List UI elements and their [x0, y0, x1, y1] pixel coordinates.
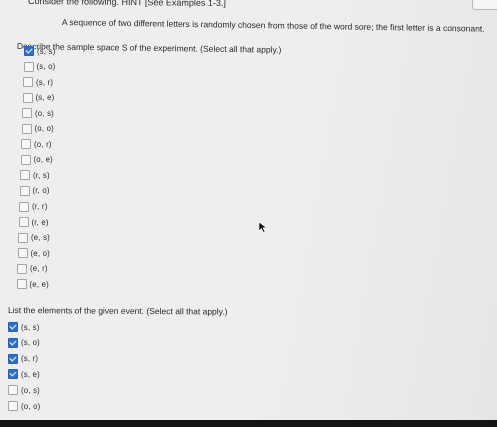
sample-space-option-label: (e, r) [30, 264, 48, 274]
event-option[interactable]: (o, o) [8, 400, 40, 412]
sample-space-checkbox[interactable] [20, 154, 31, 165]
sample-space-option[interactable]: (e, o) [17, 247, 50, 259]
sample-space-checkbox[interactable] [24, 46, 34, 56]
event-option-label: (s, e) [21, 369, 40, 379]
event-option[interactable]: (s, o) [8, 337, 40, 349]
sample-space-checkbox[interactable] [17, 263, 27, 274]
page: Consider the following. HINT [See Exampl… [0, 0, 497, 427]
event-option[interactable]: (o, s) [8, 384, 40, 396]
event-option-label: (s, o) [21, 338, 40, 348]
event-checkbox[interactable] [8, 353, 18, 364]
sample-space-option-label: (o, o) [34, 124, 54, 134]
sample-space-option-label: (s, r) [36, 77, 54, 87]
sample-space-option-label: (r, e) [31, 217, 49, 227]
sample-space-option[interactable]: (e, e) [16, 278, 49, 290]
question-prompt: A sequence of two different letters is r… [61, 17, 485, 34]
mouse-cursor-icon [258, 221, 268, 233]
sample-space-option[interactable]: (o, o) [21, 123, 54, 135]
event-option[interactable]: (s, e) [8, 368, 40, 380]
sample-space-checkbox[interactable] [22, 92, 33, 103]
sample-space-option-label: (r, r) [32, 202, 48, 211]
event-instruction: List the elements of the given event. (S… [7, 305, 228, 317]
sample-space-checkbox[interactable] [23, 61, 34, 72]
event-checkbox[interactable] [8, 322, 18, 332]
sample-space-checkbox[interactable] [17, 248, 28, 259]
sample-space-checkbox[interactable] [19, 185, 30, 196]
event-checkbox[interactable] [8, 385, 18, 396]
sample-space-checkbox[interactable] [18, 217, 29, 228]
sample-space-instruction: Describe the sample space S of the exper… [16, 41, 282, 55]
event-option[interactable]: (s, r) [8, 353, 38, 365]
sample-space-option-label: (s, e) [35, 93, 55, 103]
sample-space-option-label: (r, s) [33, 170, 50, 180]
sample-space-option-label: (s, s) [37, 46, 56, 56]
sample-space-checkbox[interactable] [23, 77, 33, 88]
sample-space-checkbox[interactable] [18, 232, 28, 243]
sample-space-checkbox[interactable] [19, 201, 29, 212]
sample-space-option-label: (e, e) [29, 279, 49, 289]
sample-space-option[interactable]: (o, e) [20, 154, 53, 166]
event-option-label: (o, o) [21, 401, 41, 411]
event-option[interactable]: (s, s) [8, 321, 40, 333]
sample-space-option[interactable]: (r, s) [20, 169, 50, 181]
sample-space-option[interactable]: (s, r) [23, 76, 53, 88]
event-checkbox[interactable] [8, 369, 18, 380]
sample-space-checkbox[interactable] [21, 139, 31, 150]
bottom-bezel [0, 420, 497, 427]
event-checkbox[interactable] [8, 337, 18, 348]
sample-space-option-label: (e, s) [31, 233, 50, 243]
sample-space-option-label: (r, o) [32, 186, 50, 196]
sample-space-option[interactable]: (s, e) [22, 92, 55, 104]
sample-space-checkbox[interactable] [20, 170, 30, 181]
sample-space-option[interactable]: (o, s) [22, 107, 54, 119]
sample-space-checkbox[interactable] [22, 108, 32, 119]
sample-space-option-label: (o, e) [33, 155, 53, 165]
header-hint: Consider the following. HINT [See Exampl… [28, 0, 226, 8]
sample-space-option[interactable]: (r, r) [19, 201, 48, 213]
sample-space-checkbox[interactable] [21, 123, 32, 134]
top-right-button[interactable] [472, 0, 497, 10]
sample-space-option-label: (o, r) [34, 139, 52, 149]
event-option-label: (o, s) [21, 385, 40, 395]
event-checkbox[interactable] [8, 401, 18, 411]
sample-space-option[interactable]: (s, s) [24, 45, 56, 57]
event-option-label: (s, s) [21, 322, 40, 332]
event-option-label: (s, r) [21, 354, 39, 364]
sample-space-option[interactable]: (r, o) [19, 185, 50, 197]
sample-space-option[interactable]: (e, s) [18, 232, 50, 244]
sample-space-option-label: (s, o) [36, 62, 56, 72]
sample-space-option[interactable]: (e, r) [17, 263, 48, 275]
sample-space-option[interactable]: (s, o) [23, 61, 56, 73]
sample-space-option[interactable]: (r, e) [18, 216, 49, 228]
sample-space-checkbox[interactable] [16, 279, 27, 290]
sample-space-option-label: (e, o) [30, 248, 50, 258]
header-text: Consider the following. HINT [See Exampl… [27, 0, 226, 9]
sample-space-option[interactable]: (o, r) [21, 138, 52, 150]
sample-space-option-label: (o, s) [35, 108, 54, 118]
